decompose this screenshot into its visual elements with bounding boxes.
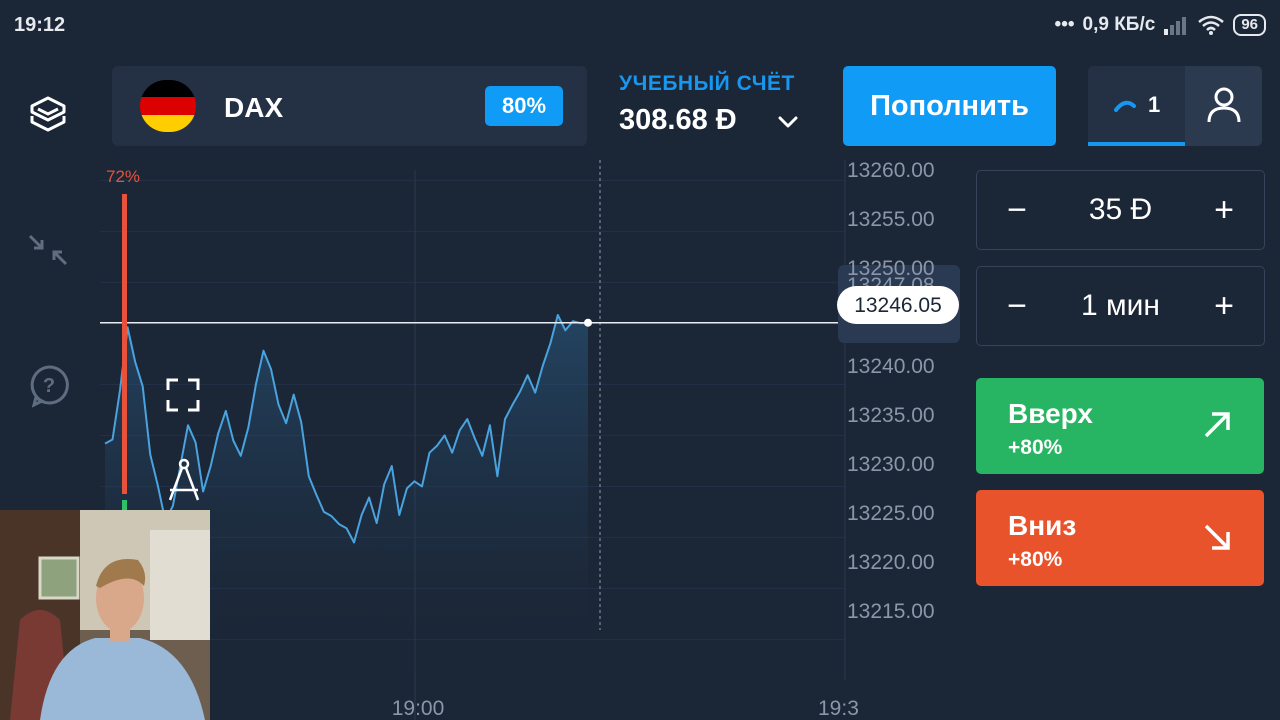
up-label: Вверх (1008, 398, 1093, 429)
trades-underline (1088, 142, 1185, 146)
account-balance[interactable]: 308.68 Đ (619, 104, 737, 137)
price-tick: 13215.00 (847, 600, 935, 623)
svg-text:?: ? (43, 375, 55, 397)
deposit-button[interactable]: Пополнить (843, 66, 1056, 146)
payout-badge: 80% (485, 86, 563, 126)
down-button[interactable]: Вниз +80% (976, 490, 1264, 586)
open-trades-button[interactable]: 1 (1088, 66, 1185, 146)
price-tick: 13230.00 (847, 453, 935, 476)
down-label: Вниз (1008, 510, 1077, 541)
arrow-up-right-icon (1204, 412, 1230, 438)
asset-selector[interactable]: DAX 80% (112, 66, 587, 146)
help-icon[interactable]: ? (28, 364, 70, 408)
time-tick: 19:3 (818, 697, 859, 720)
profile-button[interactable] (1185, 66, 1262, 146)
chevron-down-icon[interactable] (776, 110, 800, 134)
down-payout: +80% (1008, 548, 1063, 571)
time-tick: 19:00 (392, 697, 445, 720)
current-price-value: 13246.05 (854, 294, 942, 317)
arrow-down-right-icon (1204, 524, 1230, 550)
collapse-icon[interactable] (26, 232, 70, 268)
status-bar: 19:12 ••• 0,9 КБ/с 96 (0, 0, 1280, 50)
dots-icon: ••• (1054, 14, 1075, 35)
status-indicators: ••• 0,9 КБ/с 96 (1055, 12, 1266, 38)
duration-minus-button[interactable]: − (977, 267, 1057, 345)
duration-value[interactable]: 1 мин (1057, 267, 1184, 345)
up-payout: +80% (1008, 436, 1063, 459)
sentiment-up-label: 72% (106, 167, 140, 186)
germany-flag-icon (140, 80, 196, 132)
price-tick: 13260.00 (847, 159, 935, 182)
compass-icon[interactable] (164, 456, 204, 504)
account-type-label[interactable]: УЧЕБНЫЙ СЧЁТ (619, 72, 795, 96)
amount-minus-button[interactable]: − (977, 171, 1057, 249)
price-tick: 13220.00 (847, 551, 935, 574)
layers-icon[interactable] (28, 94, 68, 138)
amount-value[interactable]: 35 Đ (1057, 171, 1184, 249)
user-icon (1207, 87, 1241, 123)
price-tick: 13240.00 (847, 355, 935, 378)
price-chart[interactable]: 72% 13260.00 13255.00 13250.00 13247.08 … (100, 150, 960, 720)
trades-count: 1 (1148, 92, 1161, 117)
signal-icon (1164, 17, 1187, 35)
duration-plus-button[interactable]: + (1184, 267, 1264, 345)
webcam-overlay (0, 510, 210, 720)
amount-plus-button[interactable]: + (1184, 171, 1264, 249)
price-tick: 13235.00 (847, 404, 935, 427)
trades-icon (1114, 100, 1136, 112)
wifi-icon (1198, 15, 1225, 35)
price-tick: 13225.00 (847, 502, 935, 525)
sentiment-down-bar (122, 500, 127, 510)
battery-icon: 96 (1233, 14, 1266, 36)
up-button[interactable]: Вверх +80% (976, 378, 1264, 474)
fullscreen-icon[interactable] (166, 378, 200, 412)
duration-stepper: − 1 мин + (976, 266, 1265, 346)
price-axis: 13260.00 13255.00 13250.00 13247.08 1324… (838, 159, 960, 623)
network-speed: 0,9 КБ/с (1082, 14, 1156, 35)
status-time: 19:12 (14, 14, 66, 36)
sentiment-up-bar (122, 194, 127, 494)
current-price-marker (584, 318, 592, 327)
amount-stepper: − 35 Đ + (976, 170, 1265, 250)
asset-name: DAX (224, 92, 284, 123)
price-tick: 13255.00 (847, 208, 935, 231)
